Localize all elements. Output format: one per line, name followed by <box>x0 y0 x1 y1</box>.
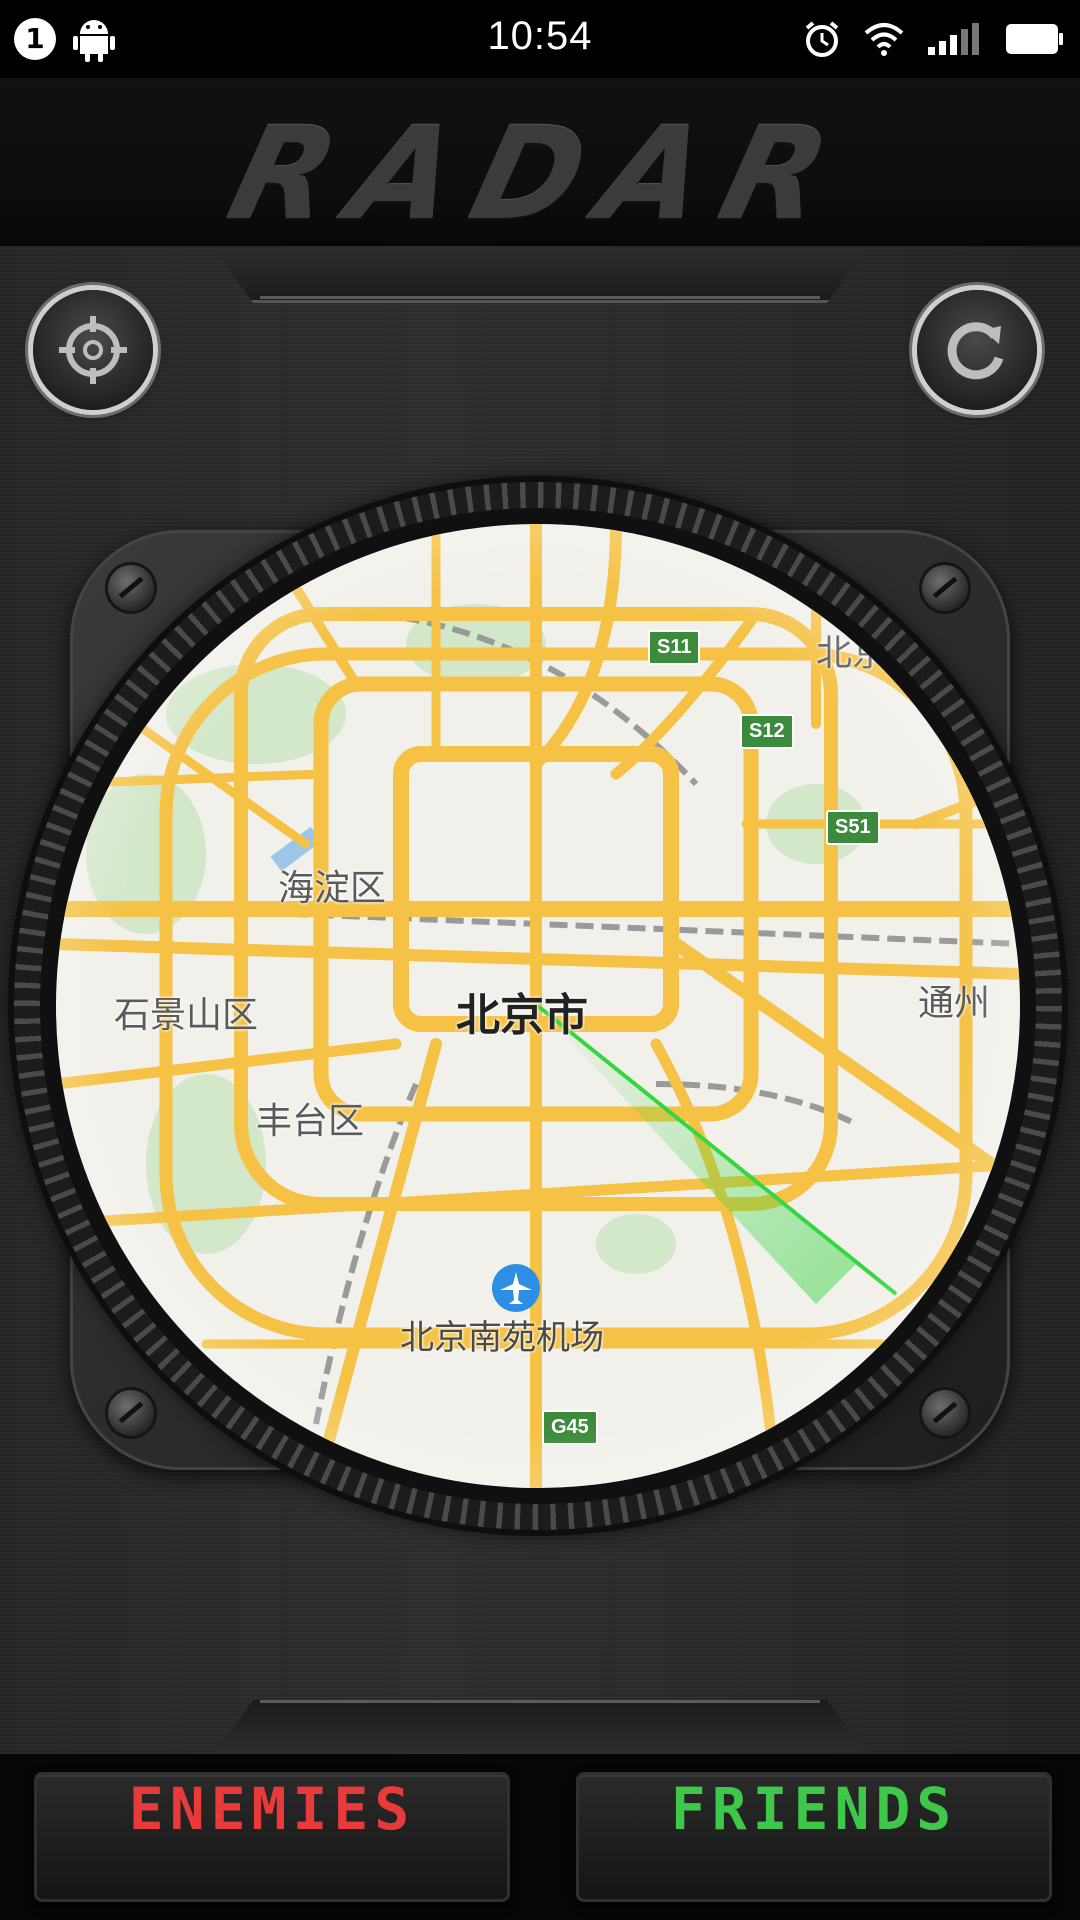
enemies-button[interactable]: ENEMIES <box>34 1772 510 1902</box>
refresh-button[interactable] <box>917 290 1037 410</box>
map-district-label: 海淀区 <box>278 868 387 909</box>
road-shield: S51 <box>826 810 880 845</box>
airport-icon <box>492 1264 540 1312</box>
map-district-label: 北京国际机 <box>816 633 997 674</box>
app-header: RADAR <box>0 78 1080 249</box>
road-shield: S12 <box>740 714 794 749</box>
bottom-plate <box>214 1700 866 1752</box>
status-bar: 1 10:54 <box>0 0 1080 78</box>
top-plate <box>214 248 866 303</box>
map-district-label: 石景山区 <box>114 995 259 1036</box>
map-airport-label: 北京南苑机场 <box>400 1318 604 1358</box>
road-shield: S11 <box>648 630 701 665</box>
app-title: RADAR <box>215 100 865 249</box>
battery-icon <box>1006 24 1063 54</box>
wifi-icon <box>864 23 904 56</box>
enemies-label: ENEMIES <box>128 1775 416 1843</box>
map-city-label: 北京市 <box>456 990 588 1041</box>
friends-label: FRIENDS <box>670 1775 958 1843</box>
road-shield: G45 <box>542 1410 598 1445</box>
alarm-icon <box>805 21 839 57</box>
refresh-icon <box>947 322 1004 380</box>
radar-map[interactable]: 北京市 海淀区 石景山区 丰台区 通州 北京国际机 北京南苑机场 S11 S12… <box>56 524 1020 1488</box>
top-plate-divider <box>260 296 820 299</box>
locate-button[interactable] <box>33 290 153 410</box>
bottom-plate-divider <box>260 1700 820 1703</box>
map-district-label: 通州 <box>918 983 991 1024</box>
map-district-label: 丰台区 <box>256 1101 365 1142</box>
crosshair-icon <box>59 316 127 384</box>
friends-button[interactable]: FRIENDS <box>576 1772 1052 1902</box>
signal-icon <box>928 23 979 55</box>
